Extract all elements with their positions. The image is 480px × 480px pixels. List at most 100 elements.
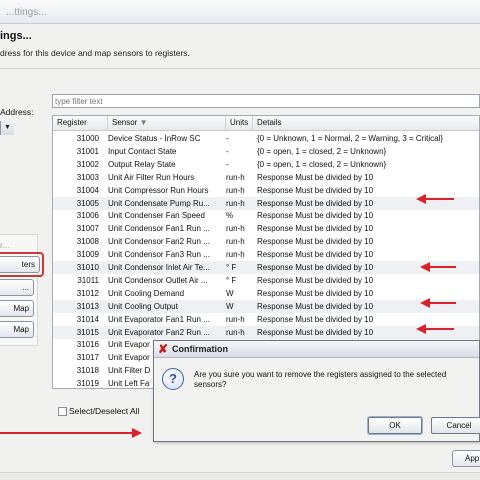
table-row[interactable]: 31006 Unit Condenser Fan Speed% Response M…: [53, 209, 479, 222]
cell-register: 31003: [76, 172, 99, 182]
window-title-bar: [0, 0, 480, 24]
cell-sensor: Unit Condensor Fan1 Run ...: [108, 224, 210, 234]
cell-register: 31014: [76, 314, 99, 324]
cell-sensor: Unit Evaporator Fan1 Run ...: [108, 314, 210, 324]
cell-sensor: Unit Compressor Run Hours: [108, 185, 209, 195]
window-bottom-edge: [0, 472, 480, 480]
cell-units: run-h: [226, 198, 245, 208]
cell-sensor: Unit Condenser Fan Speed: [108, 211, 205, 221]
map-button-2[interactable]: Map: [0, 321, 34, 338]
apply-button[interactable]: App: [452, 450, 480, 467]
page-heading: ings...: [0, 30, 32, 42]
cell-units: -: [226, 134, 229, 143]
cell-units: ° F: [226, 275, 237, 285]
cell-sensor: Unit Condensor Inlet Air Te...: [108, 263, 210, 272]
column-header-units[interactable]: Units: [226, 116, 253, 131]
table-row[interactable]: 31000 Device Status - InRow SC - {0 = Unkno…: [53, 132, 479, 145]
cell-sensor: Unit Cooling Demand: [108, 288, 185, 298]
cell-details: {0 = Unknown, 1 = Normal, 2 = Warning, 3…: [257, 134, 444, 143]
cell-units: run-h: [226, 185, 245, 195]
column-header-sensor-label: Sensor: [112, 118, 138, 127]
cell-units: run-h: [226, 327, 245, 337]
close-icon[interactable]: ✘: [158, 343, 168, 355]
cell-details: {0 = open, 1 = closed, 2 = Unknown}: [257, 146, 387, 156]
annotation-arrow-left: [420, 262, 456, 272]
header-divider: [0, 68, 480, 69]
map-button[interactable]: Map: [0, 300, 34, 317]
cell-details: Response Must be divided by 10: [257, 288, 374, 298]
annotation-arrow-left: [416, 324, 454, 334]
table-row[interactable]: 31011 Unit Condensor Outlet Air ... ° F Res…: [53, 274, 479, 287]
select-all-checkbox[interactable]: [58, 407, 67, 416]
cell-register: 31012: [76, 288, 99, 298]
page-subtitle: dress for this device and map sensors to…: [0, 48, 190, 58]
cell-register: 31005: [76, 198, 99, 208]
cell-units: W: [226, 301, 234, 311]
table-header: Register Sensor ▼ Units Details: [53, 116, 479, 131]
confirmation-dialog: ✘ Confirmation ? Are you sure you want t…: [153, 340, 480, 442]
cell-units: run-h: [226, 250, 245, 260]
dialog-title-bar: ✘ Confirmation: [154, 341, 479, 358]
column-header-details[interactable]: Details: [253, 116, 479, 131]
select-all-label: Select/Deselect All: [69, 406, 140, 416]
cell-register: 31001: [76, 146, 99, 156]
address-label: Address:: [0, 107, 34, 117]
annotation-arrow-right: [0, 428, 142, 438]
cancel-button[interactable]: Cancel: [431, 417, 480, 434]
cell-register: 31008: [76, 237, 99, 247]
cell-register: 31013: [76, 301, 99, 311]
filter-input[interactable]: [52, 94, 480, 108]
cell-sensor: Input Contact State: [108, 146, 177, 156]
cell-sensor: Device Status - InRow SC: [108, 134, 201, 143]
cell-sensor: Unit Evaporator Fan2 Run ...: [108, 327, 210, 337]
chevron-down-icon[interactable]: ▼: [0, 121, 14, 135]
cell-units: run-h: [226, 172, 245, 182]
cell-units: %: [226, 211, 234, 221]
table-row[interactable]: 31008 Unit Condensor Fan2 Run ... run-h Res…: [53, 235, 479, 248]
window-title: ...ttings...: [6, 7, 47, 18]
more-button[interactable]: ...: [0, 279, 34, 296]
cell-register: 31004: [76, 185, 99, 195]
cell-register: 31006: [76, 211, 99, 221]
cell-register: 31015: [76, 327, 99, 337]
table-row[interactable]: 31007 Unit Condensor Fan1 Run ... run-h Res…: [53, 222, 479, 235]
table-row[interactable]: 31013 Unit Cooling Output W Response Must b…: [53, 299, 479, 313]
dialog-title: Confirmation: [172, 344, 228, 354]
cell-register: 31016: [76, 340, 99, 350]
cell-register: 31017: [76, 353, 99, 363]
sort-down-icon: ▼: [139, 118, 148, 127]
annotation-arrow-left: [420, 298, 456, 308]
cell-units: -: [226, 159, 229, 169]
annotation-arrow-left: [416, 194, 454, 204]
dialog-message: Are you sure you want to remove the regi…: [194, 370, 447, 389]
column-header-sensor[interactable]: Sensor ▼: [108, 116, 226, 131]
cell-units: run-h: [226, 224, 245, 234]
cell-register: 31009: [76, 250, 99, 260]
table-row[interactable]: 31003 Unit Air Filter Run Hours run-h Respo…: [53, 171, 479, 184]
cell-details: Response Must be divided by 10: [257, 250, 374, 260]
cell-register: 31000: [76, 134, 99, 143]
table-row[interactable]: 31002 Output Relay State - {0 = open, 1 = c…: [53, 158, 479, 171]
cell-register: 31011: [77, 275, 99, 285]
highlight-box: [0, 252, 44, 277]
group-label: r...: [0, 240, 10, 250]
cell-register: 31002: [76, 159, 99, 169]
cell-details: Response Must be divided by 10: [257, 275, 374, 285]
cell-details: Response Must be divided by 10: [257, 237, 374, 247]
ok-button[interactable]: OK: [367, 416, 423, 435]
cell-sensor: Output Relay State: [108, 159, 176, 169]
table-row[interactable]: 31009 Unit Condensor Fan3 Run ... run-h Res…: [53, 248, 479, 261]
cell-details: Response Must be divided by 10: [257, 172, 374, 182]
table-row[interactable]: 31010 Unit Condensor Inlet Air Te... ° F Re…: [53, 261, 479, 274]
column-header-register[interactable]: Register: [53, 116, 108, 131]
table-row[interactable]: 31012 Unit Cooling Demand W Response Must b…: [53, 287, 479, 300]
cell-sensor: Unit Condensor Fan2 Run ...: [108, 237, 210, 247]
cell-register: 31007: [76, 224, 99, 234]
cell-units: run-h: [226, 314, 245, 324]
question-icon: ?: [162, 368, 184, 390]
cell-units: -: [226, 146, 229, 156]
table-row[interactable]: 31001 Input Contact State - {0 = open, 1 = …: [53, 145, 479, 158]
cell-units: W: [226, 288, 234, 298]
cell-sensor: Unit Condensor Fan3 Run ...: [108, 250, 210, 260]
cell-details: {0 = open, 1 = closed, 2 = Unknown}: [257, 159, 387, 169]
